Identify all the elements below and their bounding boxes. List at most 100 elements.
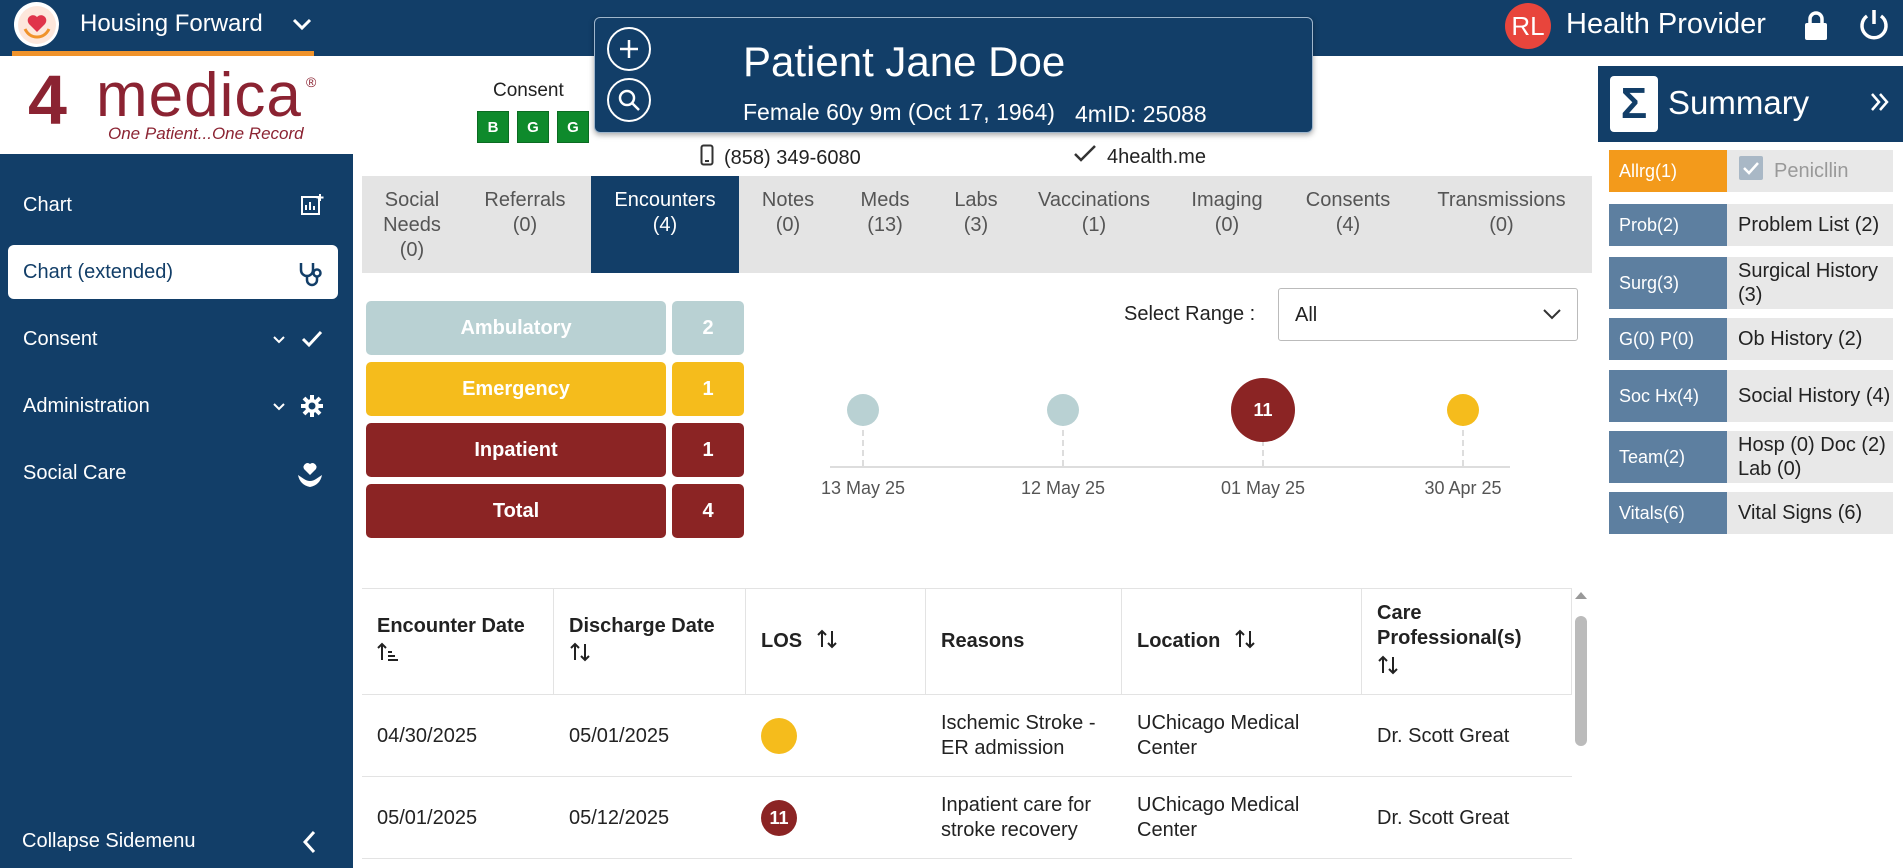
summary-row-vitals[interactable]: Vitals(6) Vital Signs (6): [1609, 492, 1893, 534]
tab-label: Encounters: [614, 189, 716, 211]
tab-imaging[interactable]: Imaging (0): [1169, 176, 1285, 273]
inpatient-count[interactable]: 1: [672, 423, 744, 477]
timeline-point[interactable]: [1447, 394, 1479, 426]
summary-tag[interactable]: Surg(3): [1609, 257, 1727, 309]
total-count[interactable]: 4: [672, 484, 744, 538]
los-indicator: [761, 718, 797, 754]
tab-consents[interactable]: Consents (4): [1285, 176, 1411, 273]
column-header-label: Encounter Date: [377, 614, 525, 637]
patient-name: Patient Jane Doe: [743, 38, 1066, 85]
scroll-thumb[interactable]: [1575, 616, 1587, 746]
emergency-button[interactable]: Emergency: [366, 362, 666, 416]
summary-tag[interactable]: G(0) P(0): [1609, 318, 1727, 360]
org-logo-icon[interactable]: [14, 2, 59, 47]
chevron-left-icon[interactable]: [300, 830, 320, 859]
chevron-down-icon[interactable]: [272, 397, 286, 420]
tab-social-needs[interactable]: Social Needs (0): [362, 176, 462, 273]
sidebar-item-consent[interactable]: Consent: [8, 312, 338, 366]
inpatient-button[interactable]: Inpatient: [366, 423, 666, 477]
collapse-sidemenu-button[interactable]: Collapse Sidemenu: [22, 830, 195, 853]
sidebar-item-social-care[interactable]: Social Care: [8, 446, 338, 500]
discharge-date-cell: 05/12/2025: [569, 806, 670, 829]
tab-notes[interactable]: Notes (0): [739, 176, 837, 273]
tab-label: Needs: [383, 214, 441, 236]
search-icon[interactable]: [607, 78, 651, 122]
sort-icon[interactable]: [1234, 628, 1256, 656]
add-icon[interactable]: [607, 27, 651, 71]
tab-label: Transmissions: [1437, 189, 1566, 211]
column-header-encounter-date[interactable]: Encounter Date: [362, 588, 554, 695]
column-header-location[interactable]: Location: [1122, 588, 1362, 695]
sort-icon[interactable]: [1377, 654, 1571, 683]
summary-row-team[interactable]: Team(2) Hosp (0) Doc (2) Lab (0): [1609, 431, 1893, 483]
avatar[interactable]: RL: [1505, 3, 1551, 49]
tab-label: Consents: [1305, 189, 1391, 211]
column-header-los[interactable]: LOS: [746, 588, 926, 695]
range-select[interactable]: All: [1278, 288, 1578, 341]
column-header-care-professionals[interactable]: Care Professional(s): [1362, 588, 1572, 695]
tab-label: Vaccinations: [1038, 189, 1150, 211]
tab-label: Social: [384, 189, 440, 211]
consent-badge[interactable]: G: [557, 111, 589, 143]
table-scrollbar[interactable]: [1572, 588, 1590, 793]
range-value: All: [1295, 304, 1318, 326]
consent-badge[interactable]: B: [477, 111, 509, 143]
org-name[interactable]: Housing Forward: [80, 10, 263, 38]
tab-labs[interactable]: Labs (3): [933, 176, 1019, 273]
summary-row-surgical[interactable]: Surg(3) Surgical History (3): [1609, 257, 1893, 309]
sidebar-item-administration[interactable]: Administration: [8, 379, 338, 433]
user-role[interactable]: Health Provider: [1566, 8, 1766, 41]
sort-ascending-icon[interactable]: [377, 641, 553, 669]
tab-vaccinations[interactable]: Vaccinations (1): [1019, 176, 1169, 273]
summary-row-allergies[interactable]: Allrg(1) Penicllin: [1609, 150, 1893, 192]
reasons-cell: Inpatient care for stroke recovery: [941, 794, 1092, 841]
ambulatory-button[interactable]: Ambulatory: [366, 301, 666, 355]
patient-banner: Patient Jane Doe Female 60y 9m (Oct 17, …: [594, 17, 1313, 133]
timeline-point[interactable]: 11: [1231, 378, 1295, 442]
summary-row-social-history[interactable]: Soc Hx(4) Social History (4): [1609, 370, 1893, 422]
ambulatory-count[interactable]: 2: [672, 301, 744, 355]
summary-tag[interactable]: Vitals(6): [1609, 492, 1727, 534]
total-button[interactable]: Total: [366, 484, 666, 538]
summary-tag[interactable]: Soc Hx(4): [1609, 370, 1727, 422]
tab-meds[interactable]: Meds (13): [837, 176, 933, 273]
timeline-point[interactable]: [847, 394, 879, 426]
summary-tag[interactable]: Prob(2): [1609, 204, 1727, 246]
chevron-down-icon[interactable]: [290, 12, 314, 36]
tab-label: Imaging: [1191, 189, 1263, 211]
checkbox-icon[interactable]: [1738, 155, 1764, 187]
consent-badge[interactable]: G: [517, 111, 549, 143]
summary-header: Σ Summary: [1598, 66, 1903, 142]
sort-icon[interactable]: [816, 628, 838, 656]
scroll-up-icon[interactable]: [1572, 588, 1590, 602]
timeline-date: 30 Apr 25: [1424, 478, 1502, 498]
column-header-discharge-date[interactable]: Discharge Date: [554, 588, 746, 695]
summary-row-ob-history[interactable]: G(0) P(0) Ob History (2): [1609, 318, 1893, 360]
table-row[interactable]: 04/30/2025 05/01/2025 Ischemic Stroke - …: [362, 695, 1572, 777]
summary-tag[interactable]: Team(2): [1609, 431, 1727, 483]
sidebar-item-chart[interactable]: Chart: [8, 178, 338, 232]
chevron-down-icon[interactable]: [272, 330, 286, 353]
power-icon[interactable]: [1858, 8, 1890, 47]
sidebar-item-label: Consent: [23, 327, 98, 350]
lock-icon[interactable]: [1802, 10, 1830, 47]
tab-count: (0): [1489, 214, 1514, 236]
tab-label: Labs: [954, 189, 998, 211]
double-chevron-right-icon[interactable]: [1869, 90, 1891, 119]
tab-referrals[interactable]: Referrals (0): [462, 176, 588, 273]
timeline-point[interactable]: [1047, 394, 1079, 426]
sidebar-item-label: Chart: [23, 193, 72, 216]
summary-tag[interactable]: Allrg(1): [1609, 150, 1727, 192]
tab-encounters[interactable]: Encounters (4): [591, 176, 739, 273]
tab-transmissions[interactable]: Transmissions (0): [1411, 176, 1592, 273]
emergency-count[interactable]: 1: [672, 362, 744, 416]
column-header-label: Reasons: [941, 630, 1025, 652]
sort-icon[interactable]: [569, 641, 745, 669]
summary-value: Penicllin: [1727, 150, 1893, 192]
care-professional-cell: Dr. Scott Great: [1377, 724, 1510, 747]
table-row[interactable]: 05/01/2025 05/12/2025 11 Inpatient care …: [362, 777, 1572, 859]
sidebar-item-chart-extended[interactable]: Chart (extended): [8, 245, 338, 299]
summary-row-problems[interactable]: Prob(2) Problem List (2): [1609, 204, 1893, 246]
location-cell: UChicago Medical Center: [1137, 794, 1300, 841]
chart-add-icon: [300, 193, 324, 223]
